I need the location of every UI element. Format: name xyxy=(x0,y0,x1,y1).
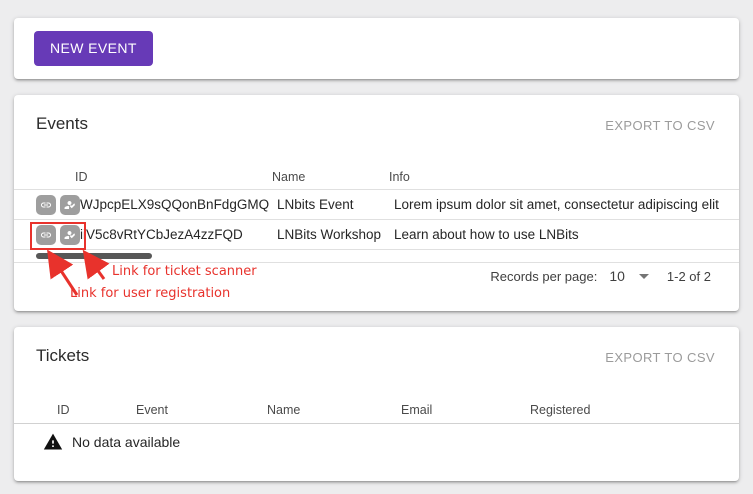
tickets-col-event: Event xyxy=(136,403,267,417)
tickets-title: Tickets xyxy=(36,346,89,366)
events-col-info: Info xyxy=(389,170,739,184)
event-id-cell: WJpcpELX9sQQonBnFdgGMQ xyxy=(80,197,277,212)
records-per-page-value: 10 xyxy=(609,268,625,284)
events-col-id: ID xyxy=(75,170,272,184)
events-card: Events EXPORT TO CSV ID Name Info WJpcpE… xyxy=(14,95,739,311)
events-export-csv-button[interactable]: EXPORT TO CSV xyxy=(605,118,715,133)
new-event-button[interactable]: NEW EVENT xyxy=(34,31,153,66)
tickets-card: Tickets EXPORT TO CSV ID Event Name Emai… xyxy=(14,327,739,481)
user-check-icon[interactable] xyxy=(60,195,80,215)
table-divider xyxy=(14,262,739,263)
records-per-page-select[interactable]: 10 xyxy=(609,268,649,284)
events-extension-page: NEW EVENT Events EXPORT TO CSV ID Name I… xyxy=(0,0,753,494)
warning-icon xyxy=(42,432,64,452)
records-per-page-label: Records per page: xyxy=(490,269,597,284)
no-data-row: No data available xyxy=(14,424,739,460)
new-event-card: NEW EVENT xyxy=(14,18,739,79)
event-name-cell: LNbits Event xyxy=(277,197,394,212)
pagination-range-label: 1-2 of 2 xyxy=(667,269,711,284)
tickets-col-id: ID xyxy=(57,403,136,417)
horizontal-scrollbar[interactable] xyxy=(36,253,152,259)
tickets-col-registered: Registered xyxy=(530,403,739,417)
event-info-cell: Learn about how to use LNBits xyxy=(394,227,739,242)
no-data-message: No data available xyxy=(72,434,180,450)
link-icon[interactable] xyxy=(36,225,56,245)
events-table-header: ID Name Info xyxy=(14,165,739,190)
event-info-cell: Lorem ipsum dolor sit amet, consectetur … xyxy=(394,197,739,212)
tickets-col-name: Name xyxy=(267,403,401,417)
events-table-row: WJpcpELX9sQQonBnFdgGMQ LNbits Event Lore… xyxy=(14,190,739,220)
events-table-row: iiV5c8vRtYCbJezA4zzFQD LNBits Workshop L… xyxy=(14,220,739,250)
event-name-cell: LNBits Workshop xyxy=(277,227,394,242)
arrow-drop-down-icon xyxy=(639,274,649,279)
events-col-name: Name xyxy=(272,170,389,184)
event-id-cell: iiV5c8vRtYCbJezA4zzFQD xyxy=(80,227,277,242)
tickets-col-email: Email xyxy=(401,403,530,417)
events-pagination: Records per page: 10 1-2 of 2 xyxy=(490,268,711,284)
tickets-table-header: ID Event Name Email Registered xyxy=(14,397,739,423)
user-check-icon[interactable] xyxy=(60,225,80,245)
events-title: Events xyxy=(36,114,88,134)
link-icon[interactable] xyxy=(36,195,56,215)
tickets-export-csv-button[interactable]: EXPORT TO CSV xyxy=(605,350,715,365)
